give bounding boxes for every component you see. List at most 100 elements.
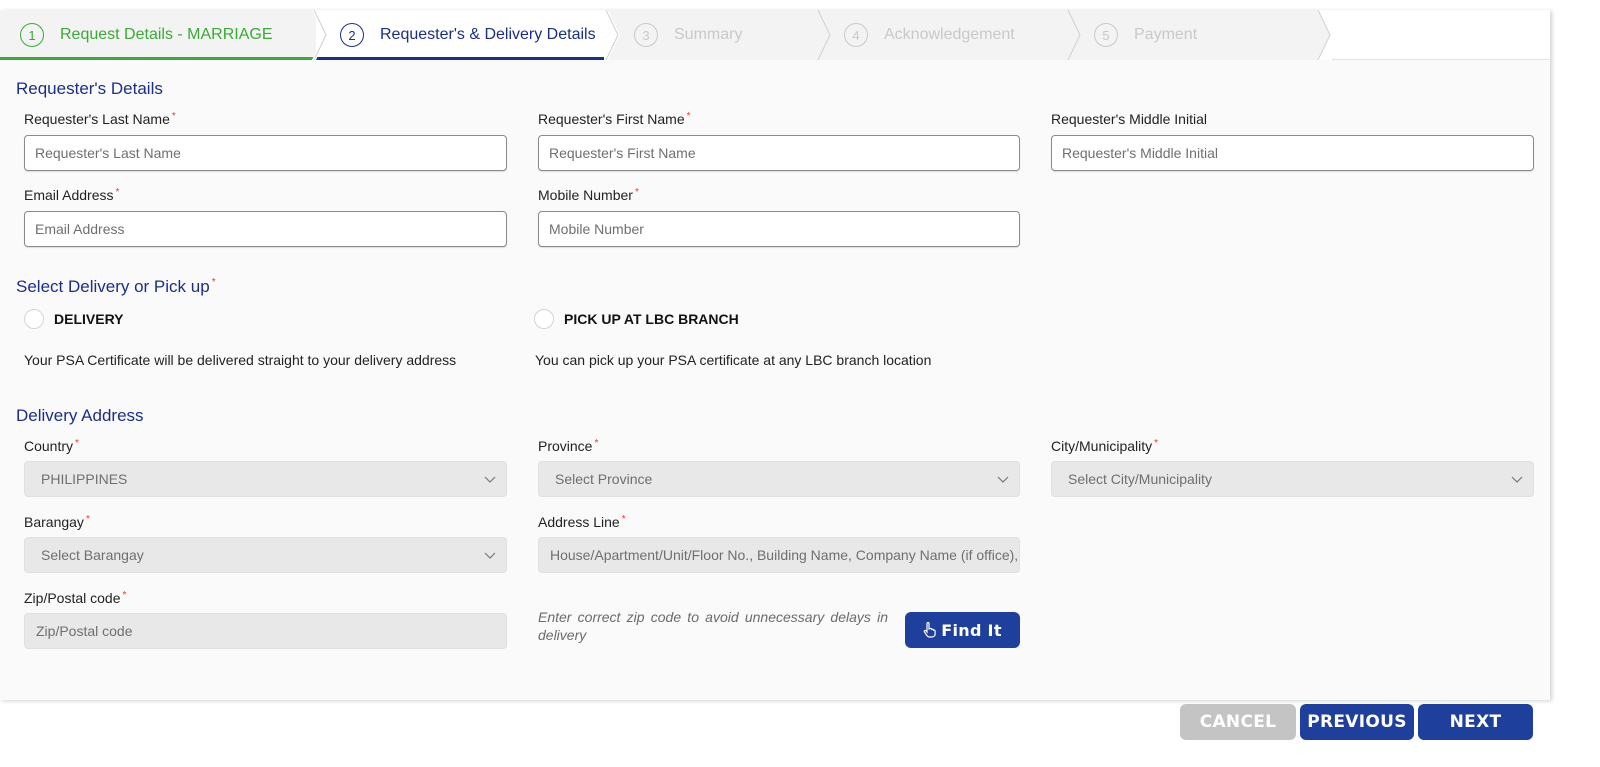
- province-label: Province *: [538, 438, 598, 454]
- placeholder: Requester's Last Name: [35, 145, 181, 161]
- step-number: 3: [634, 23, 658, 47]
- option-label: DELIVERY: [54, 311, 124, 327]
- barangay-label: Barangay *: [24, 514, 90, 530]
- email-input[interactable]: Email Address: [24, 211, 507, 247]
- label-text: Zip/Postal code: [24, 590, 121, 606]
- cancel-button[interactable]: CANCEL: [1180, 704, 1296, 740]
- required-marker: *: [75, 438, 79, 449]
- label-text: Barangay: [24, 514, 84, 530]
- zip-label: Zip/Postal code *: [24, 590, 126, 606]
- mobile-label: Mobile Number *: [538, 187, 639, 203]
- button-label: CANCEL: [1199, 712, 1277, 732]
- required-marker: *: [634, 187, 639, 198]
- middle-initial-input[interactable]: Requester's Middle Initial: [1051, 135, 1534, 171]
- button-label: NEXT: [1449, 712, 1502, 732]
- chevron-down-icon: [1511, 476, 1523, 483]
- label-text: Email Address: [24, 187, 114, 203]
- required-marker: *: [211, 277, 216, 288]
- country-label: Country *: [24, 438, 79, 454]
- city-select[interactable]: Select City/Municipality: [1051, 461, 1534, 497]
- required-marker: *: [122, 590, 127, 601]
- first-name-input[interactable]: Requester's First Name: [538, 135, 1020, 171]
- delivery-radio[interactable]: [24, 309, 44, 329]
- label-text: Province: [538, 438, 593, 454]
- step-separator-icon: [1316, 10, 1332, 60]
- required-marker: *: [171, 111, 176, 122]
- zip-hint: Enter correct zip code to avoid unnecess…: [538, 609, 888, 643]
- step-request-details[interactable]: 1 Request Details - MARRIAGE: [0, 10, 316, 60]
- hand-pointer-icon: [923, 622, 936, 638]
- selected-value: PHILIPPINES: [41, 471, 128, 487]
- progress-stepper: 1 Request Details - MARRIAGE 2 Requester…: [0, 10, 1550, 60]
- step-number: 2: [340, 23, 364, 47]
- button-label: PREVIOUS: [1307, 712, 1407, 732]
- middle-initial-label: Requester's Middle Initial: [1051, 111, 1207, 127]
- barangay-select[interactable]: Select Barangay: [24, 537, 507, 573]
- chevron-down-icon: [484, 552, 496, 559]
- label-text: Country: [24, 438, 74, 454]
- delivery-option[interactable]: DELIVERY: [24, 309, 124, 329]
- selected-value: Select Barangay: [41, 547, 144, 563]
- step-label: Request Details - MARRIAGE: [60, 26, 273, 43]
- label-text: Address Line: [538, 514, 620, 530]
- chevron-down-icon: [997, 476, 1009, 483]
- button-label: Find It: [941, 620, 1002, 640]
- required-marker: *: [594, 438, 599, 449]
- email-label: Email Address *: [24, 187, 119, 203]
- pickup-radio[interactable]: [534, 309, 554, 329]
- step-number: 1: [20, 23, 44, 47]
- previous-button[interactable]: PREVIOUS: [1300, 704, 1414, 740]
- required-marker: *: [115, 187, 120, 198]
- step-label: Summary: [674, 26, 743, 43]
- step-label: Acknowledgement: [884, 26, 1015, 43]
- step-progress-bar: [316, 57, 608, 60]
- required-marker: *: [85, 514, 90, 525]
- step-number: 4: [844, 23, 868, 47]
- city-label: City/Municipality *: [1051, 438, 1158, 454]
- delivery-description: Your PSA Certificate will be delivered s…: [24, 352, 457, 368]
- required-marker: *: [1154, 438, 1159, 449]
- placeholder: House/Apartment/Unit/Floor No., Building…: [550, 547, 1019, 563]
- heading-text: Select Delivery or Pick up: [16, 277, 210, 296]
- step-separator-icon: [604, 10, 620, 60]
- option-label: PICK UP AT LBC BRANCH: [564, 311, 739, 327]
- find-it-button[interactable]: Find It: [905, 612, 1020, 648]
- placeholder: Requester's Middle Initial: [1062, 145, 1218, 161]
- label-text: Requester's Last Name: [24, 111, 170, 127]
- last-name-label: Requester's Last Name *: [24, 111, 176, 127]
- pickup-option[interactable]: PICK UP AT LBC BRANCH: [534, 309, 739, 329]
- delivery-address-heading: Delivery Address: [16, 406, 144, 425]
- step-number: 5: [1094, 23, 1118, 47]
- step-label: Payment: [1134, 26, 1198, 43]
- placeholder: Zip/Postal code: [36, 623, 133, 639]
- address-line-label: Address Line *: [538, 514, 626, 530]
- requester-details-heading: Requester's Details: [16, 79, 163, 98]
- step-summary[interactable]: 3 Summary: [608, 10, 820, 60]
- placeholder: Email Address: [35, 221, 125, 237]
- step-progress-bar: [0, 57, 316, 60]
- address-line-input[interactable]: House/Apartment/Unit/Floor No., Building…: [538, 537, 1020, 573]
- step-label: Requester's & Delivery Details: [380, 26, 596, 43]
- mobile-input[interactable]: Mobile Number: [538, 211, 1020, 247]
- step-acknowledgement[interactable]: 4 Acknowledgement: [820, 10, 1070, 60]
- last-name-input[interactable]: Requester's Last Name: [24, 135, 507, 171]
- next-button[interactable]: NEXT: [1418, 704, 1533, 740]
- selected-value: Select City/Municipality: [1068, 471, 1212, 487]
- label-text: City/Municipality: [1051, 438, 1153, 454]
- step-separator-icon: [817, 10, 831, 60]
- label-text: Mobile Number: [538, 187, 633, 203]
- step-requester-delivery[interactable]: 2 Requester's & Delivery Details: [316, 10, 608, 60]
- pickup-description: You can pick up your PSA certificate at …: [535, 352, 932, 368]
- selected-value: Select Province: [555, 471, 653, 487]
- required-marker: *: [686, 111, 691, 122]
- step-separator-icon: [1067, 10, 1081, 60]
- required-marker: *: [621, 514, 626, 525]
- form-panel: 1 Request Details - MARRIAGE 2 Requester…: [0, 10, 1550, 700]
- first-name-label: Requester's First Name *: [538, 111, 691, 127]
- province-select[interactable]: Select Province: [538, 461, 1020, 497]
- placeholder: Mobile Number: [549, 221, 644, 237]
- label-text: Requester's First Name: [538, 111, 685, 127]
- step-payment[interactable]: 5 Payment: [1070, 10, 1320, 60]
- country-select[interactable]: PHILIPPINES: [24, 461, 507, 497]
- zip-input[interactable]: Zip/Postal code: [24, 613, 507, 649]
